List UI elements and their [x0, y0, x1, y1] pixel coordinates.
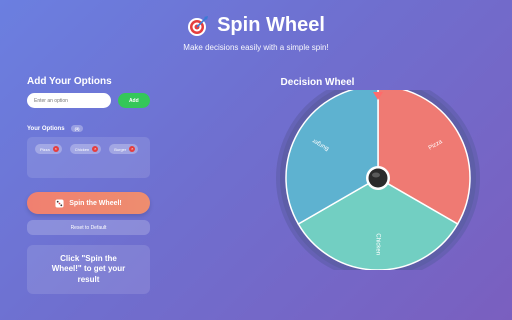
reset-button[interactable]: Reset to Default: [27, 220, 150, 235]
app-title-row: Spin Wheel: [0, 14, 512, 37]
remove-option-icon[interactable]: ×: [129, 146, 136, 152]
wheel-hub[interactable]: [368, 168, 388, 188]
dice-icon: [55, 198, 64, 208]
option-chip-label: Chicken: [74, 146, 90, 152]
app-header: Spin Wheel Make decisions easily with a …: [0, 14, 512, 52]
wheel-title: Decision Wheel: [280, 77, 355, 88]
your-options-heading: Your Options: [27, 125, 65, 132]
your-options-header: Your Options (3): [27, 125, 150, 132]
option-chip-burger: Burger ×: [109, 144, 139, 154]
option-chip-pizza: Pizza ×: [35, 144, 62, 154]
result-display: Click "Spin the Wheel!" to get your resu…: [27, 245, 150, 294]
options-list: Pizza × Chicken × Burger ×: [27, 137, 150, 178]
option-chip-label: Pizza: [40, 146, 50, 152]
option-chip-chicken: Chicken ×: [69, 144, 102, 154]
spin-button-label: Spin the Wheel!: [69, 199, 122, 207]
add-option-row: Add: [27, 93, 150, 108]
target-dart-icon: [188, 15, 209, 36]
app-title: Spin Wheel: [217, 14, 325, 36]
remove-option-icon[interactable]: ×: [92, 146, 99, 152]
option-chip-label: Burger: [114, 146, 127, 152]
remove-option-icon[interactable]: ×: [52, 146, 59, 152]
add-button[interactable]: Add: [117, 93, 150, 108]
wheel-hub-shine: [372, 172, 380, 178]
spin-button[interactable]: Spin the Wheel!: [27, 192, 150, 214]
decision-wheel[interactable]: PizzaChickenBurger: [270, 90, 490, 270]
options-count-badge: (3): [70, 125, 84, 132]
option-input[interactable]: [27, 93, 111, 108]
wheel-segment-label: Chicken: [374, 233, 380, 255]
add-options-heading: Add Your Options: [27, 76, 112, 87]
app-subtitle: Make decisions easily with a simple spin…: [183, 43, 329, 52]
options-panel: Add Your Options Add Your Options (3) Pi…: [27, 76, 150, 294]
